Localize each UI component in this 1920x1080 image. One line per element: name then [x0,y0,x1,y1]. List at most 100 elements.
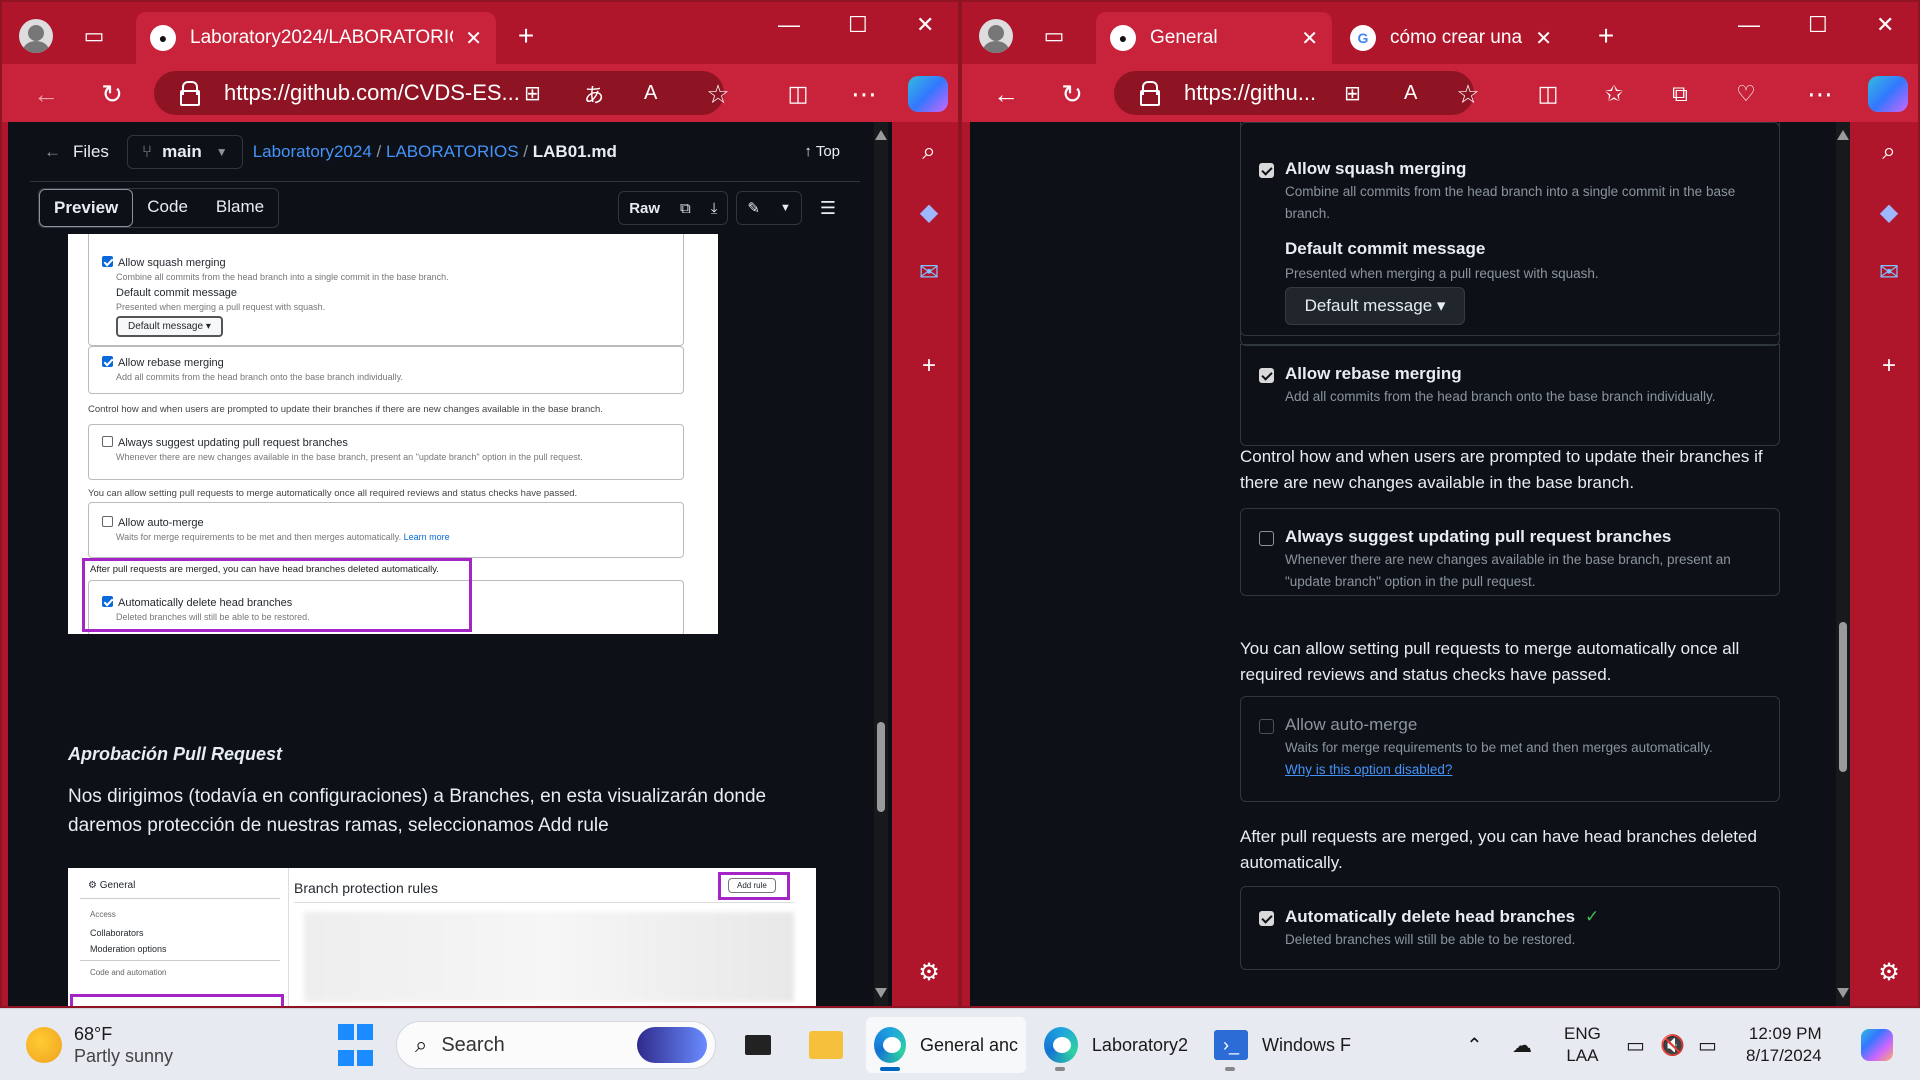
battery-icon[interactable]: ▭ [1698,1021,1717,1069]
refresh-icon[interactable]: ↻ [94,76,130,112]
scrollbar[interactable] [1836,122,1850,1006]
back-icon[interactable]: ← [28,76,64,112]
copilot-sidebar-icon[interactable]: ◆ [1871,194,1907,230]
outlook-icon[interactable]: ✉ [1871,254,1907,290]
scroll-down-icon[interactable] [875,988,887,998]
collections-icon[interactable]: ⧉ [1662,76,1698,112]
tab-preview[interactable]: Preview [39,189,134,227]
search-icon[interactable]: ⌕ [1871,134,1907,170]
file-nav-bar: ← Files ⑂ main ▼ Laboratory2024 / LABORA… [30,122,860,182]
maximize-icon[interactable]: ☐ [848,12,868,38]
delete-branch-checkbox[interactable] [1259,911,1274,926]
onedrive-icon[interactable]: ☁ [1512,1021,1532,1069]
maximize-icon[interactable]: ☐ [1808,12,1828,38]
taskbar-app-powershell[interactable]: ›_ Windows F [1206,1017,1366,1073]
translate-icon[interactable]: あ [584,79,604,108]
squash-checkbox[interactable] [1259,163,1274,178]
scroll-thumb[interactable] [877,722,885,812]
task-view-icon[interactable] [740,1021,776,1069]
scroll-up-icon[interactable] [1837,130,1849,140]
outline-icon[interactable]: ☰ [820,198,836,219]
new-tab-icon[interactable]: + [1586,16,1626,56]
copilot-icon[interactable] [1868,76,1908,112]
back-arrow-icon[interactable]: ← [44,142,61,162]
close-window-icon[interactable]: ✕ [1876,12,1894,38]
raw-button[interactable]: Raw [619,200,670,217]
volume-muted-icon[interactable]: 🔇 [1660,1021,1685,1069]
new-tab-icon[interactable]: + [506,16,546,56]
img-squash-title: Allow squash merging [118,257,226,269]
top-button[interactable]: ↑ Top [804,143,840,160]
suggest-checkbox[interactable] [1259,531,1274,546]
scroll-up-icon[interactable] [875,130,887,140]
copilot-taskbar-icon[interactable] [1858,1021,1896,1069]
add-icon[interactable]: + [911,348,947,384]
start-button[interactable] [338,1021,374,1069]
clock[interactable]: 12:09 PM 8/17/2024 [1746,1021,1822,1069]
read-aloud-icon[interactable]: A [644,82,657,105]
search-icon[interactable]: ⌕ [911,134,947,170]
profile-avatar[interactable] [976,16,1016,56]
close-window-icon[interactable]: ✕ [916,12,934,38]
scroll-down-icon[interactable] [1837,988,1849,998]
close-tab-icon[interactable]: ✕ [1301,26,1318,51]
tab-google[interactable]: G cómo crear una ran ✕ [1336,12,1566,64]
url-field[interactable]: https://github.com/CVDS-ES... ⊞ あ A [154,71,724,115]
gear-icon[interactable]: ⚙ [911,954,947,990]
copilot-sidebar-icon[interactable]: ◆ [911,194,947,230]
apps-icon[interactable]: ⊞ [1344,81,1361,106]
default-message-button[interactable]: Default message ▾ [1285,287,1465,325]
suggest-title: Always suggest updating pull request bra… [1285,527,1672,546]
automerge-disabled-link[interactable]: Why is this option disabled? [1285,759,1765,781]
branch-selector[interactable]: ⑂ main ▼ [126,134,243,169]
favorite-icon[interactable]: ☆ [700,76,736,112]
show-hidden-icons[interactable]: ⌃ [1466,1021,1483,1069]
read-aloud-icon[interactable]: A [1404,82,1417,105]
breadcrumb-folder[interactable]: LABORATORIOS [386,142,519,161]
taskbar-app-edge-laboratory[interactable]: Laboratory2 [1036,1017,1196,1073]
split-screen-icon[interactable]: ◫ [780,76,816,112]
copy-icon[interactable]: ⧉ [670,200,701,217]
files-button[interactable]: Files [73,142,109,162]
close-tab-icon[interactable]: ✕ [1535,26,1552,51]
language-indicator[interactable]: ENG LAA [1564,1021,1601,1069]
taskbar-search[interactable]: ⌕ Search [396,1021,716,1069]
edit-dropdown-icon[interactable]: ▼ [770,202,801,214]
outlook-icon[interactable]: ✉ [911,254,947,290]
add-icon[interactable]: + [1871,348,1907,384]
favorites-icon[interactable]: ✩ [1596,76,1632,112]
tab-actions-icon[interactable]: ▭ [74,16,114,56]
pencil-icon[interactable]: ✎ [737,199,770,217]
scroll-thumb[interactable] [1839,622,1847,772]
refresh-icon[interactable]: ↻ [1054,76,1090,112]
back-icon[interactable]: ← [988,76,1024,112]
scrollbar[interactable] [874,122,888,1006]
img2-general: ⚙ General [88,880,136,891]
favorite-icon[interactable]: ☆ [1450,76,1486,112]
branch-icon: ⑂ [141,141,153,161]
split-screen-icon[interactable]: ◫ [1530,76,1566,112]
more-icon[interactable]: ⋯ [846,76,882,112]
close-tab-icon[interactable]: ✕ [465,26,482,51]
taskbar-app-edge-general[interactable]: General anc [866,1017,1026,1073]
more-icon[interactable]: ⋯ [1802,76,1838,112]
breadcrumb-repo[interactable]: Laboratory2024 [253,142,372,161]
tab-laboratory[interactable]: ● Laboratory2024/LABORATORIOS/ ✕ [136,12,496,64]
browser-essentials-icon[interactable]: ♡ [1728,76,1764,112]
copilot-icon[interactable] [908,76,948,112]
minimize-icon[interactable]: — [778,12,800,38]
gear-icon[interactable]: ⚙ [1871,954,1907,990]
tab-blame[interactable]: Blame [202,189,278,227]
network-icon[interactable]: ▭ [1626,1021,1645,1069]
tab-general[interactable]: ● General ✕ [1096,12,1332,64]
minimize-icon[interactable]: — [1738,12,1760,38]
weather-widget[interactable]: 68°F Partly sunny [26,1021,173,1069]
download-icon[interactable]: ⤓ [701,200,728,217]
apps-icon[interactable]: ⊞ [524,81,541,106]
file-explorer-icon[interactable] [806,1021,846,1069]
tab-code[interactable]: Code [133,189,202,227]
profile-avatar[interactable] [16,16,56,56]
rebase-checkbox[interactable] [1259,368,1274,383]
url-field[interactable]: https://githu... ⊞ A [1114,71,1474,115]
tab-actions-icon[interactable]: ▭ [1034,16,1074,56]
